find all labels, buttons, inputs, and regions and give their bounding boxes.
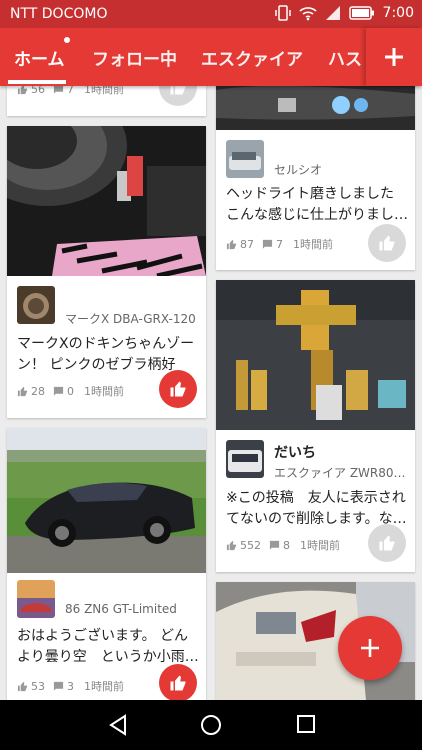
- comment-count: 3: [67, 679, 74, 693]
- post-text: おはようございます。 どんより曇り空 というか小雨…: [17, 628, 199, 665]
- avatar[interactable]: [226, 440, 264, 478]
- active-tab-indicator: [8, 80, 66, 84]
- post-card[interactable]: セルシオ ヘッドライト磨きしました こんな感じに仕上がりまし… 87 7 1時間…: [216, 60, 415, 270]
- post-text: マークXのドキンちゃんゾーン！ ピンクのゼブラ柄好き…: [17, 336, 195, 373]
- post-photo[interactable]: [7, 428, 206, 573]
- like-count: 28: [31, 384, 45, 398]
- car-model: セルシオ: [274, 163, 323, 177]
- avatar[interactable]: [226, 140, 264, 178]
- like-button[interactable]: [368, 224, 406, 262]
- post-card[interactable]: マークX DBA-GRX-120 マークXのドキンちゃんゾーン！ ピンクのゼブラ…: [7, 126, 206, 418]
- carrier-name: NTT DOCOMO: [10, 6, 108, 22]
- post-photo[interactable]: [7, 126, 206, 276]
- post-card[interactable]: 86 ZN6 GT-Limited おはようございます。 どんより曇り空 という…: [7, 428, 206, 704]
- post-time: 1時間前: [293, 238, 333, 251]
- post-stats: 552 8 1時間前: [226, 537, 340, 553]
- status-icons: 7:00: [274, 5, 414, 21]
- post-stats: 87 7 1時間前: [226, 236, 333, 252]
- like-button[interactable]: [159, 370, 197, 408]
- thumbs-up-icon: [226, 239, 237, 249]
- post-time: 1時間前: [300, 539, 340, 552]
- tab-bar: ホーム フォロー中 エスクァイア ハス: [0, 28, 422, 86]
- post-stats: 28 0 1時間前: [17, 383, 124, 399]
- vibrate-icon: [274, 5, 291, 21]
- create-post-button[interactable]: [338, 616, 402, 680]
- post-time: 1時間前: [84, 680, 124, 693]
- avatar[interactable]: [17, 286, 55, 324]
- thumbs-up-icon: [17, 386, 28, 396]
- back-icon[interactable]: [107, 713, 129, 737]
- comment-count: 7: [276, 237, 283, 251]
- clock: 7:00: [382, 5, 414, 21]
- like-button[interactable]: [368, 524, 406, 562]
- system-nav-bar: [0, 700, 422, 750]
- like-count: 87: [240, 237, 254, 251]
- plus-icon: [385, 48, 403, 66]
- username[interactable]: だいち: [274, 442, 316, 462]
- tab-esquire[interactable]: エスクァイア: [201, 45, 303, 70]
- thumbs-up-icon: [226, 540, 237, 550]
- thumbs-up-icon: [379, 535, 395, 551]
- tab-following[interactable]: フォロー中: [92, 45, 177, 70]
- car-model: マークX DBA-GRX-120: [65, 312, 196, 326]
- recents-icon[interactable]: [295, 713, 317, 735]
- comment-icon: [269, 540, 280, 550]
- post-card[interactable]: だいち エスクァイア ZWR80G … ※この投稿 友人に表示されてないので削除…: [216, 280, 415, 572]
- tab-home[interactable]: ホーム: [14, 45, 65, 70]
- thumbs-up-icon: [17, 681, 28, 691]
- thumbs-up-icon: [379, 235, 395, 251]
- comment-icon: [53, 681, 64, 691]
- comment-icon: [53, 386, 64, 396]
- post-photo[interactable]: [216, 280, 415, 430]
- post-stats: 53 3 1時間前: [17, 678, 124, 694]
- like-count: 552: [240, 538, 261, 552]
- car-model: エスクァイア ZWR80G …: [274, 466, 409, 480]
- post-time: 1時間前: [84, 385, 124, 398]
- home-icon[interactable]: [199, 713, 223, 737]
- notification-dot: [64, 37, 70, 43]
- wifi-icon: [299, 7, 317, 21]
- signal-icon: [325, 6, 340, 20]
- comment-count: 0: [67, 384, 74, 398]
- post-text: ヘッドライト磨きしました こんな感じに仕上がりまし…: [226, 186, 408, 223]
- thumbs-up-icon: [170, 381, 186, 397]
- like-button[interactable]: [159, 664, 197, 702]
- battery-icon: [348, 6, 374, 20]
- thumbs-up-icon: [170, 675, 186, 691]
- comment-icon: [262, 239, 273, 249]
- avatar[interactable]: [17, 580, 55, 618]
- comment-count: 8: [283, 538, 290, 552]
- add-tab-button[interactable]: [366, 28, 422, 86]
- like-count: 53: [31, 679, 45, 693]
- tab-partial[interactable]: ハス: [328, 45, 362, 70]
- car-model: 86 ZN6 GT-Limited: [65, 602, 177, 616]
- plus-icon: [361, 639, 379, 657]
- status-bar: NTT DOCOMO 7:00: [0, 0, 422, 28]
